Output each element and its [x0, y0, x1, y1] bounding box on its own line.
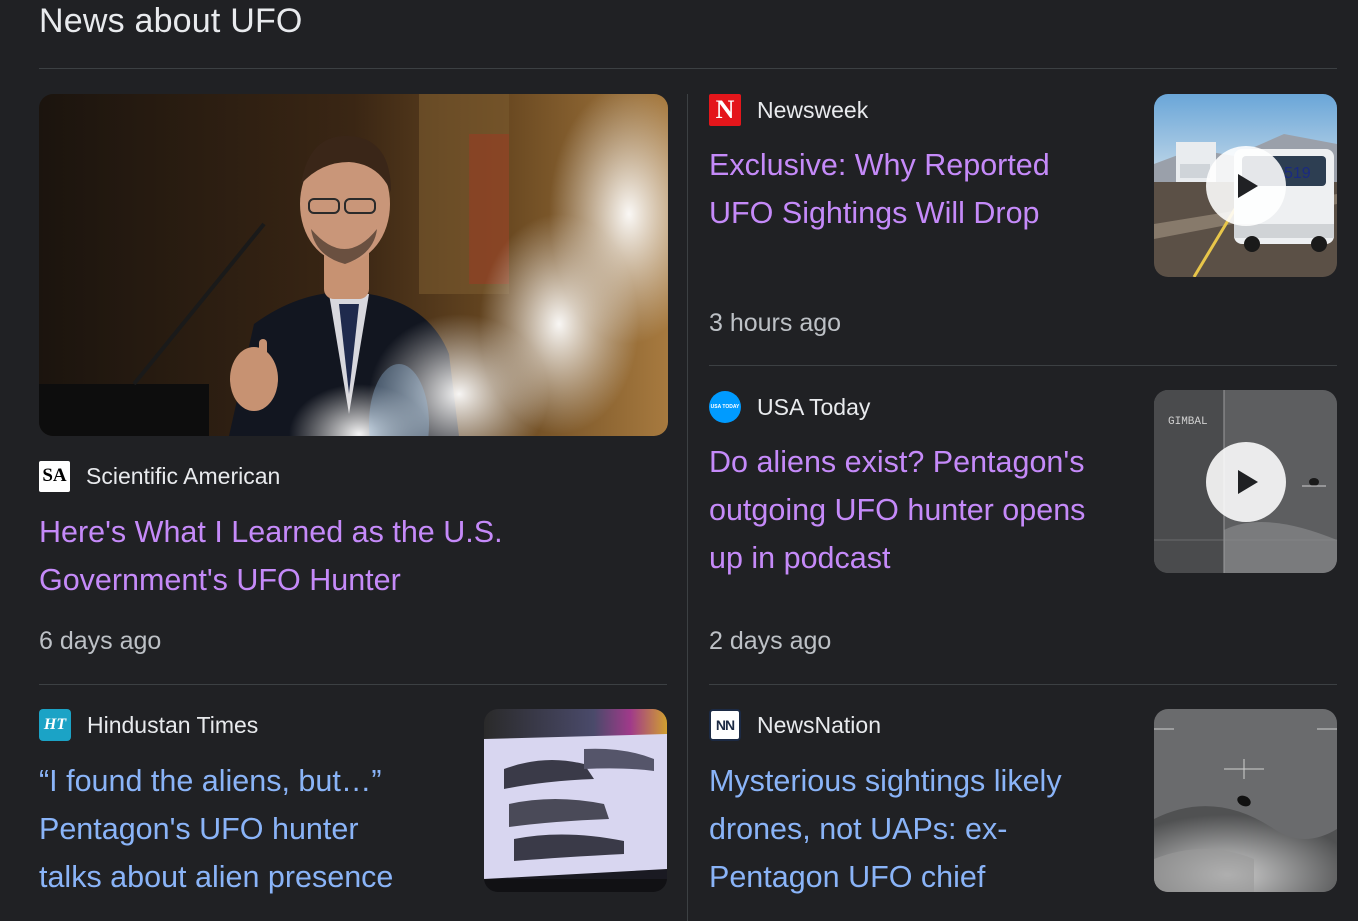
scientific-american-logo: SA: [39, 460, 70, 492]
story-headline[interactable]: Here's What I Learned as the U.S. Govern…: [39, 508, 649, 604]
story-divider: [709, 365, 1337, 366]
video-thumbnail[interactable]: 519: [1154, 94, 1337, 277]
story-headline[interactable]: “I found the aliens, but…” Pentagon's UF…: [39, 757, 469, 901]
story-divider: [39, 684, 667, 685]
source-name: Hindustan Times: [87, 711, 259, 738]
story-thumbnail[interactable]: [1154, 709, 1337, 892]
news-module: News about UFO SA Scientific American He…: [0, 0, 1358, 921]
infrared-ufo-image: [1154, 709, 1337, 892]
alien-bodies-image: [484, 709, 667, 892]
play-icon: [1238, 174, 1258, 198]
svg-text:519: 519: [1284, 165, 1311, 182]
thumb-overlay-text: GIMBAL: [1168, 416, 1208, 428]
story-thumbnail[interactable]: [484, 709, 667, 892]
hindustan-times-logo: HT: [39, 709, 71, 741]
story-source: HT Hindustan Times: [39, 709, 258, 741]
story-source: NN NewsNation: [709, 709, 881, 741]
story-headline[interactable]: Exclusive: Why Reported UFO Sightings Wi…: [709, 141, 1129, 237]
story-timestamp: 6 days ago: [39, 627, 162, 655]
source-name: NewsNation: [757, 711, 881, 738]
video-thumbnail[interactable]: GIMBAL: [1154, 390, 1337, 573]
play-button[interactable]: [1206, 442, 1286, 522]
story-headline[interactable]: Mysterious sightings likely drones, not …: [709, 757, 1139, 901]
speaker-photo: [39, 94, 668, 436]
section-divider: [39, 68, 1337, 69]
section-title: News about UFO: [39, 2, 303, 40]
story-source: N Newsweek: [709, 94, 868, 126]
usa-today-logo: USA TODAY: [709, 391, 741, 423]
source-name: Newsweek: [757, 96, 869, 123]
story-divider: [709, 684, 1337, 685]
source-name: USA Today: [757, 393, 871, 420]
story-timestamp: 3 hours ago: [709, 309, 842, 337]
story-timestamp: 2 days ago: [709, 627, 832, 655]
column-divider: [687, 94, 688, 921]
story-image[interactable]: [39, 94, 668, 436]
source-name: Scientific American: [86, 462, 281, 489]
newsweek-logo: N: [709, 94, 741, 126]
play-icon: [1238, 470, 1258, 494]
story-source: SA Scientific American: [39, 460, 280, 492]
play-button[interactable]: [1206, 146, 1286, 226]
story-source: USA TODAY USA Today: [709, 391, 870, 423]
story-headline[interactable]: Do aliens exist? Pentagon's outgoing UFO…: [709, 438, 1139, 582]
newsnation-logo: NN: [709, 709, 741, 741]
